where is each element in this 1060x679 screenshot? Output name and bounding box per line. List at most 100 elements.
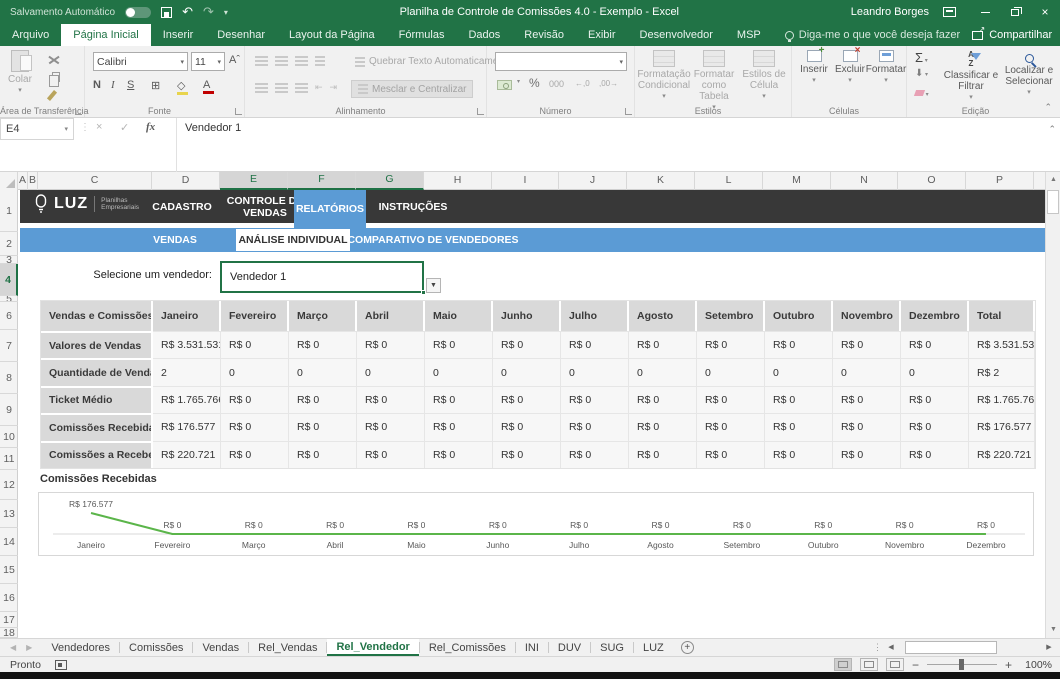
formula-bar-collapse-icon[interactable]: ⌃	[1048, 124, 1056, 135]
column-header-o[interactable]: O	[898, 172, 966, 190]
column-header-l[interactable]: L	[695, 172, 763, 190]
paste-button[interactable]: Colar ▾	[8, 50, 32, 94]
vendor-dropdown-button[interactable]: ▼	[426, 278, 441, 293]
bold-button[interactable]: N	[93, 79, 101, 91]
column-header-d[interactable]: D	[152, 172, 220, 190]
find-select-button[interactable]: Localizar e Selecionar ▾	[1001, 50, 1057, 96]
row-header-15[interactable]: 15	[0, 556, 18, 584]
collapse-ribbon-icon[interactable]: ⌃	[1044, 102, 1052, 113]
menu-tab-msp[interactable]: MSP	[725, 24, 773, 46]
column-header-h[interactable]: H	[424, 172, 492, 190]
minimize-button[interactable]	[970, 0, 1000, 24]
autosum-icon[interactable]: Σ ▾	[915, 50, 928, 65]
sheet-tab-vendas[interactable]: Vendas	[193, 639, 248, 656]
menu-tab-formulas[interactable]: Fórmulas	[387, 24, 457, 46]
menu-tab-exibir[interactable]: Exibir	[576, 24, 628, 46]
format-painter-icon[interactable]	[47, 90, 57, 101]
subtab-vendas[interactable]: VENDAS	[110, 228, 240, 252]
tell-me-box[interactable]: Diga-me o que você deseja fazer	[773, 24, 972, 46]
clipboard-dialog-launcher[interactable]	[75, 108, 82, 115]
zoom-slider-thumb[interactable]	[959, 659, 964, 670]
font-color-icon[interactable]: A	[203, 79, 210, 91]
sheet-tab-vendedores[interactable]: Vendedores	[42, 639, 119, 656]
row-header-12[interactable]: 12	[0, 470, 18, 500]
conditional-formatting-button[interactable]: Formatação Condicional ▾	[639, 50, 689, 100]
alignment-dialog-launcher[interactable]	[477, 108, 484, 115]
number-dialog-launcher[interactable]	[625, 108, 632, 115]
sheet-tab-duv[interactable]: DUV	[549, 639, 590, 656]
row-header-13[interactable]: 13	[0, 500, 18, 528]
column-header-j[interactable]: J	[559, 172, 627, 190]
sheet-tab-rel-comissoes[interactable]: Rel_Comissões	[420, 639, 515, 656]
scroll-left-icon[interactable]: ◀	[884, 641, 898, 655]
splitter-handle[interactable]: ⋮	[873, 642, 882, 653]
scroll-right-icon[interactable]: ▶	[1042, 641, 1056, 655]
clear-icon[interactable]: ▾	[915, 88, 929, 99]
row-header-4[interactable]: 4	[0, 264, 18, 296]
zoom-level[interactable]: 100%	[1020, 659, 1052, 671]
underline-button[interactable]: S	[127, 79, 134, 91]
save-icon[interactable]	[161, 7, 172, 18]
cell-styles-button[interactable]: Estilos de Célula ▾	[739, 50, 789, 100]
menu-tab-layout-da-pagina[interactable]: Layout da Página	[277, 24, 387, 46]
sheet-tab-ini[interactable]: INI	[516, 639, 548, 656]
number-format-combo[interactable]: ▾	[495, 52, 627, 71]
row-header-9[interactable]: 9	[0, 394, 18, 426]
horizontal-scrollbar[interactable]: ⋮ ◀ ▶	[873, 639, 1060, 656]
user-name[interactable]: Leandro Borges	[851, 6, 929, 18]
sheet-tab-sug[interactable]: SUG	[591, 639, 633, 656]
insert-cells-button[interactable]: Inserir ▾	[796, 50, 832, 84]
close-button[interactable]: ×	[1030, 0, 1060, 24]
vertical-scroll-thumb[interactable]	[1047, 190, 1059, 214]
confirm-entry-icon[interactable]: ✓	[120, 121, 129, 134]
horizontal-scroll-thumb[interactable]	[905, 641, 997, 654]
decrease-decimal-icon[interactable]: ,00→	[599, 79, 618, 88]
menu-tab-arquivo[interactable]: Arquivo	[0, 24, 61, 46]
vendor-selector-cell[interactable]: Vendedor 1	[220, 261, 424, 293]
fill-color-icon[interactable]: ◇	[177, 79, 185, 92]
row-header-16[interactable]: 16	[0, 584, 18, 612]
column-header-e[interactable]: E	[220, 172, 288, 190]
row-header-11[interactable]: 11	[0, 448, 18, 470]
cancel-entry-icon[interactable]: ×	[96, 121, 102, 133]
sheet-nav-arrows[interactable]: ◀▶	[0, 639, 42, 656]
column-header-c[interactable]: C	[38, 172, 152, 190]
name-box[interactable]: E4 ▾	[0, 118, 74, 140]
sheet-tab-comissoes[interactable]: Comissões	[120, 639, 192, 656]
font-name-combo[interactable]: Calibri▾	[93, 52, 188, 71]
row-header-7[interactable]: 7	[0, 330, 18, 362]
vertical-align-icons[interactable]	[255, 56, 325, 66]
page-break-view-button[interactable]	[886, 658, 904, 671]
menu-tab-desenvolvedor[interactable]: Desenvolvedor	[628, 24, 725, 46]
accounting-format-icon[interactable]	[497, 80, 512, 90]
column-header-k[interactable]: K	[627, 172, 695, 190]
scroll-down-icon[interactable]: ▼	[1046, 622, 1060, 638]
nav-tab-relatorios[interactable]: RELATÓRIOS	[294, 190, 366, 228]
autosave-toggle[interactable]	[125, 7, 151, 18]
menu-tab-inserir[interactable]: Inserir	[151, 24, 206, 46]
accounting-caret[interactable]: ▾	[517, 78, 520, 85]
row-header-17[interactable]: 17	[0, 612, 18, 628]
copy-icon[interactable]	[52, 72, 60, 82]
format-as-table-button[interactable]: Formatar como Tabela ▾	[689, 50, 739, 111]
row-header-6[interactable]: 6	[0, 302, 18, 330]
horizontal-align-icons[interactable]: ⇤⇥	[255, 82, 337, 93]
column-header-b[interactable]: B	[28, 172, 38, 190]
subtab-analise-individual[interactable]: ANÁLISE INDIVIDUAL	[236, 229, 350, 251]
zoom-out-icon[interactable]: −	[912, 658, 919, 672]
comma-style-icon[interactable]: 000	[549, 79, 564, 89]
menu-tab-revisao[interactable]: Revisão	[512, 24, 576, 46]
sheet-tab-luz[interactable]: LUZ	[634, 639, 673, 656]
nav-tab-instrucoes[interactable]: INSTRUÇÕES	[370, 190, 456, 223]
merge-center-button[interactable]: Mesclar e Centralizar	[351, 80, 473, 98]
column-header-f[interactable]: F	[288, 172, 356, 190]
font-size-combo[interactable]: 11▾	[191, 52, 225, 71]
menu-tab-dados[interactable]: Dados	[456, 24, 512, 46]
macro-record-icon[interactable]	[55, 660, 67, 670]
zoom-slider[interactable]	[927, 664, 997, 665]
normal-view-button[interactable]	[834, 658, 852, 671]
format-cells-button[interactable]: Formatar ▾	[868, 50, 904, 84]
formula-bar-handle[interactable]: ⋮	[80, 122, 90, 133]
vertical-scrollbar[interactable]: ▲ ▼	[1045, 172, 1060, 638]
restore-button[interactable]	[1000, 0, 1030, 24]
